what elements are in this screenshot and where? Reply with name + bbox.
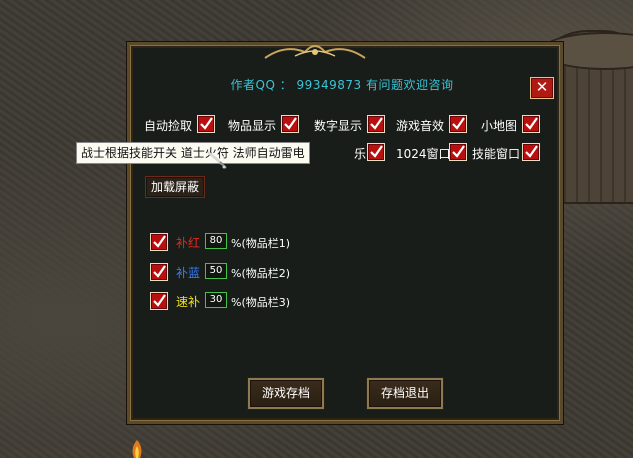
header-ornament xyxy=(264,45,366,59)
recover-mp-suffix: %(物品栏2) xyxy=(231,267,291,280)
option-1024-window-label: 1024窗口 xyxy=(396,147,451,161)
option-game-sound-checkbox[interactable] xyxy=(449,115,467,133)
load-block-button[interactable]: 加载屏蔽 xyxy=(145,176,205,198)
recover-quick-label: 速补 xyxy=(176,295,201,309)
save-exit-button[interactable]: 存档退出 xyxy=(367,378,443,409)
skill-tooltip: 战士根据技能开关 道士火符 法师自动雷电 xyxy=(76,142,310,164)
option-item-display-label: 物品显示 xyxy=(228,119,277,133)
option-1024-window-checkbox[interactable] xyxy=(449,143,467,161)
checkmark-icon xyxy=(153,294,166,307)
torch-flame-icon xyxy=(132,440,142,458)
checkmark-icon xyxy=(525,145,538,158)
checkmark-icon xyxy=(370,117,383,130)
option-skill-window-checkbox[interactable] xyxy=(522,143,540,161)
checkmark-icon xyxy=(452,145,465,158)
recover-mp-input[interactable]: 50 xyxy=(205,263,227,279)
option-minimap-checkbox[interactable] xyxy=(522,115,540,133)
checkmark-icon xyxy=(452,117,465,130)
recover-mp-label: 补蓝 xyxy=(176,266,201,280)
option-auto-pickup-label: 自动捡取 xyxy=(144,119,193,133)
option-number-display-label: 数字显示 xyxy=(314,119,363,133)
recover-quick-suffix: %(物品栏3) xyxy=(231,296,291,309)
option-minimap-label: 小地图 xyxy=(481,119,518,133)
checkmark-icon xyxy=(284,117,297,130)
close-icon: ✕ xyxy=(535,78,549,96)
option-partial-label: 乐 xyxy=(354,147,367,161)
option-number-display-checkbox[interactable] xyxy=(367,115,385,133)
checkmark-icon xyxy=(153,265,166,278)
settings-panel xyxy=(126,41,564,425)
recover-hp-suffix: %(物品栏1) xyxy=(231,237,291,250)
checkmark-icon xyxy=(525,117,538,130)
option-auto-spell-checkbox[interactable] xyxy=(367,143,385,161)
option-game-sound-label: 游戏音效 xyxy=(396,119,445,133)
checkmark-icon xyxy=(153,235,166,248)
checkmark-icon xyxy=(200,117,213,130)
recover-quick-input[interactable]: 30 xyxy=(205,292,227,308)
close-button[interactable]: ✕ xyxy=(530,77,554,99)
sword-cursor-icon xyxy=(207,151,227,169)
author-contact-text: 作者QQ ： 99349873 有问题欢迎咨询 xyxy=(230,78,454,92)
option-item-display-checkbox[interactable] xyxy=(281,115,299,133)
recover-hp-checkbox[interactable] xyxy=(150,233,168,251)
option-skill-window-label: 技能窗口 xyxy=(472,147,521,161)
option-auto-pickup-checkbox[interactable] xyxy=(197,115,215,133)
recover-hp-input[interactable]: 80 xyxy=(205,233,227,249)
recover-hp-label: 补红 xyxy=(176,236,201,250)
recover-quick-checkbox[interactable] xyxy=(150,292,168,310)
recover-mp-checkbox[interactable] xyxy=(150,263,168,281)
checkmark-icon xyxy=(370,145,383,158)
game-save-button[interactable]: 游戏存档 xyxy=(248,378,324,409)
